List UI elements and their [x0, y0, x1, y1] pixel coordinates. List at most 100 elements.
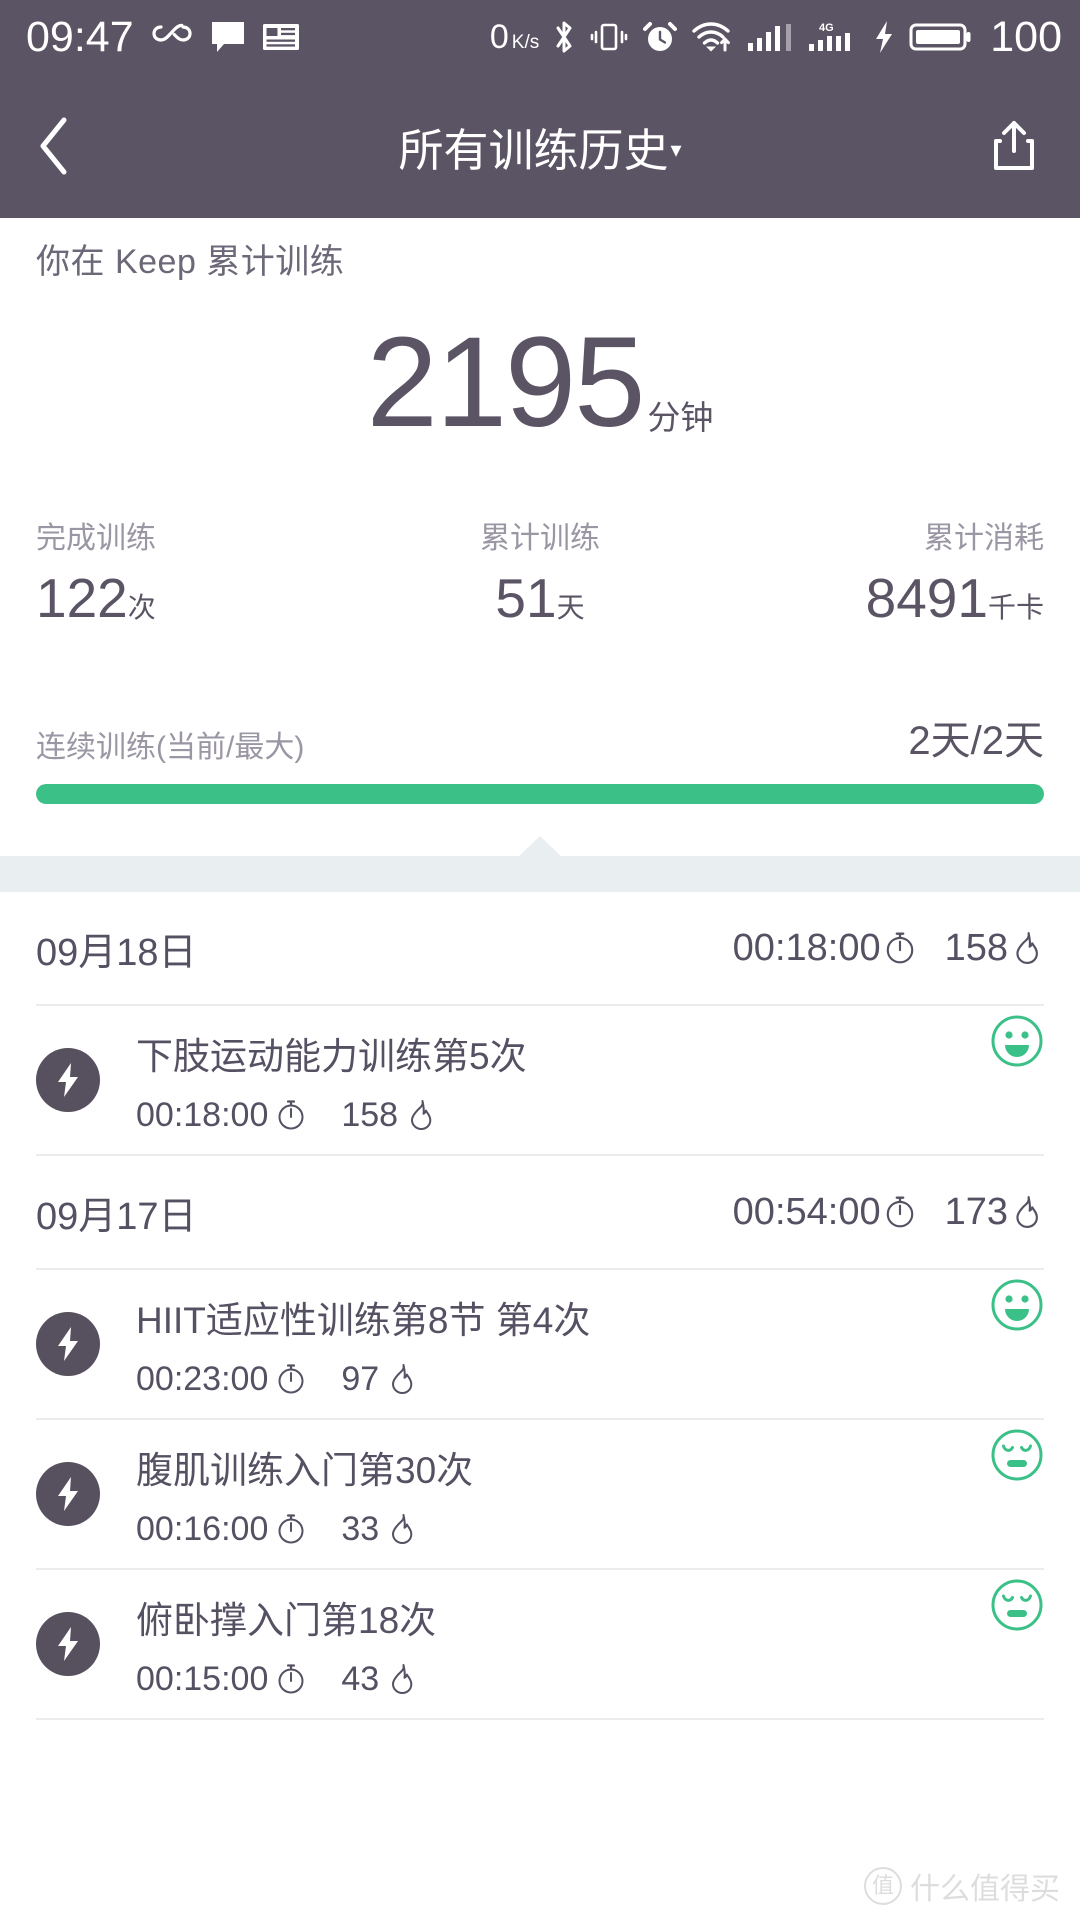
streak-value: 2天/2天: [908, 719, 1044, 763]
history-date-label: 09月17日: [36, 1195, 197, 1238]
workout-calories: 33: [341, 1510, 418, 1549]
app-header: 所有训练历史 ▾: [0, 74, 1080, 218]
stopwatch-icon: [278, 1364, 304, 1394]
alarm-icon: [642, 19, 678, 55]
status-bar: 09:47 0 K/s 4G 100: [0, 0, 1080, 74]
workout-type-badge: [36, 1462, 100, 1526]
back-button[interactable]: [34, 111, 104, 181]
stat-value: 122次: [36, 571, 372, 626]
mood-happy-icon: [991, 1279, 1043, 1331]
svg-text:4G: 4G: [819, 22, 834, 34]
stat-total-calories: 累计消耗 8491千卡: [708, 513, 1044, 626]
workout-metrics: 00:15:00 43: [136, 1660, 990, 1699]
stat-number: 8491: [865, 567, 988, 629]
workout-title: 下肢运动能力训练第5次: [136, 1035, 527, 1077]
streak-progress-track: [36, 784, 1044, 804]
watermark-text: 什么值得买: [910, 1873, 1060, 1906]
status-bar-clock: 09:47: [26, 12, 134, 61]
date-total-duration: 00:54:00: [733, 1191, 917, 1234]
workout-duration: 00:16:00: [136, 1510, 307, 1549]
flame-icon: [1016, 932, 1038, 964]
charging-icon: [872, 19, 896, 55]
lightning-bolt-icon: [58, 1327, 78, 1361]
workout-entry-row[interactable]: 俯卧撑入门第18次 00:15:00 43: [0, 1570, 1080, 1718]
workout-entry-row[interactable]: HIIT适应性训练第8节 第4次 00:23:00 97: [0, 1270, 1080, 1418]
status-bar-right: 0 K/s 4G 100: [490, 12, 1062, 61]
workout-mood-icon[interactable]: [990, 1278, 1044, 1332]
page-title[interactable]: 所有训练历史 ▾: [0, 114, 1080, 179]
workout-calories: 97: [341, 1360, 418, 1399]
news-icon: [262, 21, 300, 53]
history-date-row: 09月17日 00:54:00 173: [0, 1156, 1080, 1268]
stat-unit: 天: [556, 592, 585, 623]
workout-mood-icon[interactable]: [990, 1428, 1044, 1482]
workout-entry-body: 下肢运动能力训练第5次 00:18:00 158: [136, 1026, 990, 1135]
stats-row: 完成训练 122次 累计训练 51天 累计消耗 8491千卡: [36, 513, 1044, 626]
date-total-duration: 00:18:00: [733, 927, 917, 970]
message-icon: [210, 19, 246, 55]
workout-type-badge: [36, 1312, 100, 1376]
wifi-icon: [691, 20, 733, 54]
workout-metrics: 00:16:00 33: [136, 1510, 990, 1549]
share-icon: [994, 121, 1034, 170]
signal-icon: [746, 20, 794, 54]
chevron-down-icon: ▾: [670, 137, 682, 162]
stat-unit: 次: [127, 592, 156, 623]
stopwatch-icon: [886, 932, 913, 964]
page-title-text: 所有训练历史: [398, 124, 669, 176]
stopwatch-icon: [278, 1100, 304, 1130]
lightning-bolt-icon: [58, 1477, 78, 1511]
mood-tired-icon: [991, 1429, 1043, 1481]
workout-entry-row[interactable]: 下肢运动能力训练第5次 00:18:00 158: [0, 1006, 1080, 1154]
stat-value: 8491千卡: [708, 571, 1044, 626]
workout-mood-icon[interactable]: [990, 1578, 1044, 1632]
workout-entry-body: HIIT适应性训练第8节 第4次 00:23:00 97: [136, 1290, 990, 1399]
history-date-label: 09月18日: [36, 931, 197, 974]
flame-icon: [392, 1664, 413, 1694]
workout-type-badge: [36, 1048, 100, 1112]
vibrate-icon: [589, 21, 629, 53]
workout-duration: 00:23:00: [136, 1360, 307, 1399]
workout-mood-icon[interactable]: [990, 1014, 1044, 1068]
history-date-totals: 00:18:00 158: [733, 927, 1044, 970]
flame-icon: [411, 1100, 432, 1130]
notch-triangle-icon: [518, 836, 562, 857]
battery-percent-label: 100: [990, 12, 1062, 61]
stat-value: 51天: [372, 571, 708, 626]
watermark-badge: 值: [864, 1867, 902, 1905]
stat-total-days: 累计训练 51天: [372, 513, 708, 626]
summary-caption: 你在 Keep 累计训练: [36, 243, 345, 281]
workout-duration: 00:15:00: [136, 1660, 307, 1699]
section-divider-band: [0, 836, 1080, 892]
share-button[interactable]: [982, 114, 1046, 178]
stat-label: 累计训练: [480, 522, 600, 555]
signal-4g-icon: 4G: [807, 20, 859, 54]
workout-entry-row[interactable]: 腹肌训练入门第30次 00:16:00 33: [0, 1420, 1080, 1568]
stat-number: 122: [36, 567, 128, 629]
watermark: 值 什么值得买: [864, 1864, 1060, 1908]
streak-row: 连续训练(当前/最大) 2天/2天: [36, 708, 1044, 766]
flame-icon: [392, 1514, 413, 1544]
workout-type-badge: [36, 1612, 100, 1676]
stopwatch-icon: [886, 1196, 913, 1228]
divider: [36, 1718, 1044, 1720]
workout-duration: 00:18:00: [136, 1096, 307, 1135]
infinity-icon: [150, 22, 194, 52]
total-minutes-value: 2195: [366, 311, 646, 454]
streak-progress-fill: [36, 784, 1044, 804]
lightning-bolt-icon: [58, 1627, 78, 1661]
workout-title: 俯卧撑入门第18次: [136, 1599, 437, 1641]
chevron-left-icon: [40, 117, 67, 175]
workout-calories: 43: [341, 1660, 418, 1699]
stat-unit: 千卡: [987, 592, 1044, 623]
stat-label: 完成训练: [36, 522, 156, 555]
flame-icon: [392, 1364, 413, 1394]
workout-metrics: 00:23:00 97: [136, 1360, 990, 1399]
battery-icon: [909, 20, 971, 54]
streak-label: 连续训练(当前/最大): [36, 731, 305, 764]
lightning-bolt-icon: [58, 1063, 78, 1097]
history-date-row: 09月18日 00:18:00 158: [0, 892, 1080, 1004]
network-speed-unit: K/s: [511, 32, 540, 53]
workout-entry-body: 腹肌训练入门第30次 00:16:00 33: [136, 1440, 990, 1549]
date-total-calories: 158: [945, 927, 1044, 970]
